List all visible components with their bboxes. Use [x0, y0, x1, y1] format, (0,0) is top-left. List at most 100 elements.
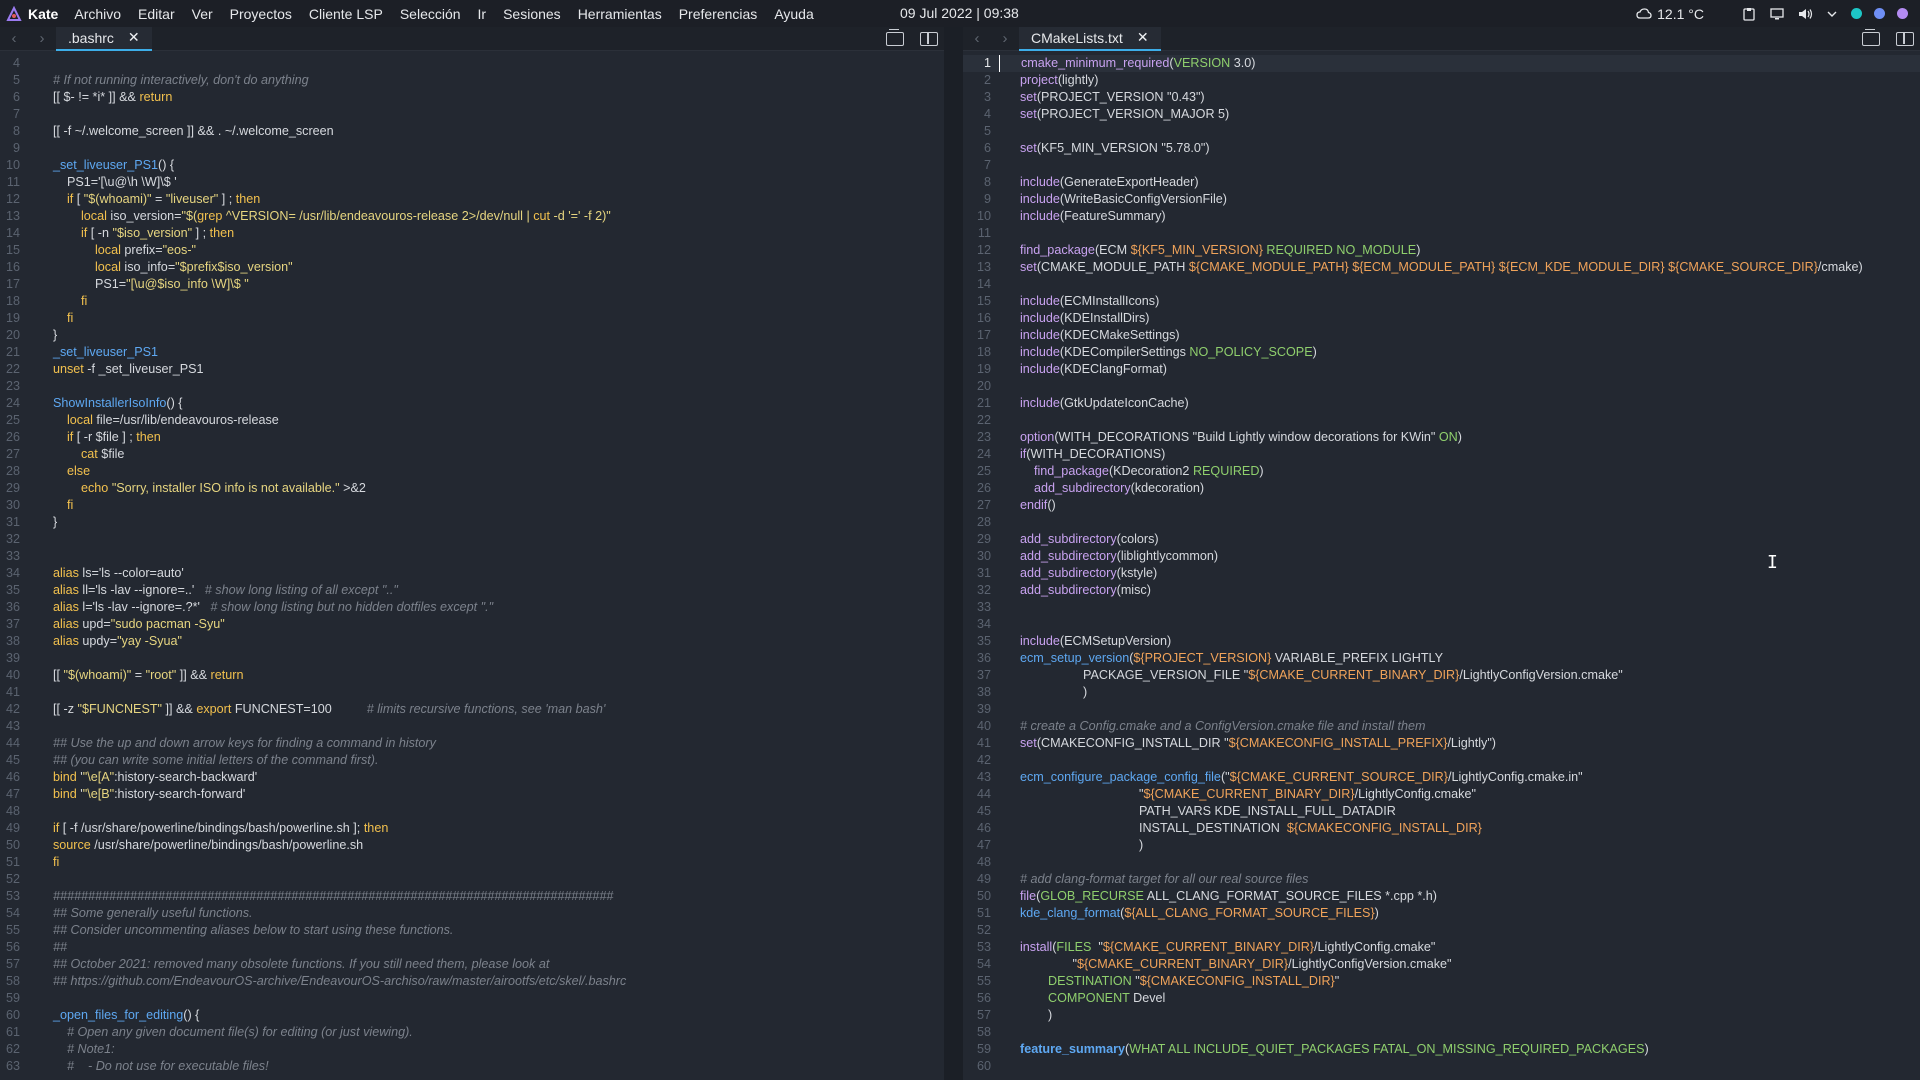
code-line[interactable]: 56 ## [0, 939, 944, 956]
code-line[interactable]: 5 # If not running interactively, don't d… [0, 72, 944, 89]
code-line[interactable]: 17 include(KDECMakeSettings) [963, 327, 1920, 344]
app-name[interactable]: Kate [28, 6, 58, 22]
code-line[interactable]: 37 PACKAGE_VERSION_FILE "${CMAKE_CURRENT… [963, 667, 1920, 684]
code-line[interactable]: 5 [963, 123, 1920, 140]
code-line[interactable]: 23 [0, 378, 944, 395]
code-line[interactable]: 23 option(WITH_DECORATIONS "Build Lightly… [963, 429, 1920, 446]
code-line[interactable]: 51 kde_clang_format(${ALL_CLANG_FORMAT_SO… [963, 905, 1920, 922]
desktop-dot-2[interactable] [1874, 8, 1885, 19]
code-line[interactable]: 21 _set_liveuser_PS1 [0, 344, 944, 361]
code-line[interactable]: 24 if(WITH_DECORATIONS) [963, 446, 1920, 463]
code-line[interactable]: 41 [0, 684, 944, 701]
code-line[interactable]: 54 "${CMAKE_CURRENT_BINARY_DIR}/LightlyC… [963, 956, 1920, 973]
code-line[interactable]: 33 [963, 599, 1920, 616]
code-line[interactable]: 29 echo "Sorry, installer ISO info is no… [0, 480, 944, 497]
code-line[interactable]: 45 PATH_VARS KDE_INSTALL_FULL_DATADIR [963, 803, 1920, 820]
code-line[interactable]: 59 feature_summary(WHAT ALL INCLUDE_QUIET… [963, 1041, 1920, 1058]
code-line[interactable]: 12 if [ "$(whoami)" = "liveuser" ] ; the… [0, 191, 944, 208]
code-line[interactable]: 60 [963, 1058, 1920, 1075]
code-line[interactable]: 20} [0, 327, 944, 344]
code-line[interactable]: 3 set(PROJECT_VERSION "0.43") [963, 89, 1920, 106]
code-line[interactable]: 8 include(GenerateExportHeader) [963, 174, 1920, 191]
code-line[interactable]: 13 set(CMAKE_MODULE_PATH ${CMAKE_MODULE_P… [963, 259, 1920, 276]
code-line[interactable]: 42 [[ -z "$FUNCNEST" ]] && export FUNCNES… [0, 701, 944, 718]
code-line[interactable]: 4 set(PROJECT_VERSION_MAJOR 5) [963, 106, 1920, 123]
code-line[interactable]: 2 project(lightly) [963, 72, 1920, 89]
tab-cmakelists[interactable]: CMakeLists.txt ✕ [1019, 27, 1161, 51]
code-editor-bashrc[interactable]: 4 5 # If not running interactively, don't … [0, 55, 944, 1080]
menu-sesiones[interactable]: Sesiones [503, 6, 561, 22]
code-line[interactable]: 61 # Open any given document file(s) for… [0, 1024, 944, 1041]
document-icon[interactable] [886, 29, 904, 46]
code-line[interactable]: 44 ## Use the up and down arrow keys for … [0, 735, 944, 752]
code-line[interactable]: 35 include(ECMSetupVersion) [963, 633, 1920, 650]
code-line[interactable]: 55 DESTINATION "${CMAKECONFIG_INSTALL_DI… [963, 973, 1920, 990]
code-line[interactable]: 11 [963, 225, 1920, 242]
forward-arrow-icon[interactable]: › [28, 30, 56, 47]
menu-proyectos[interactable]: Proyectos [230, 6, 292, 22]
close-icon[interactable]: ✕ [128, 29, 140, 46]
code-line[interactable]: 4 [0, 55, 944, 72]
code-line[interactable]: 37 alias upd="sudo pacman -Syu" [0, 616, 944, 633]
code-line[interactable]: 41 set(CMAKECONFIG_INSTALL_DIR "${CMAKECO… [963, 735, 1920, 752]
code-line[interactable]: 22 unset -f _set_liveuser_PS1 [0, 361, 944, 378]
code-line[interactable]: 47 ) [963, 837, 1920, 854]
code-line[interactable]: 26 add_subdirectory(kdecoration) [963, 480, 1920, 497]
code-line[interactable]: 56 COMPONENT Devel [963, 990, 1920, 1007]
desktop-dot-1[interactable] [1851, 8, 1862, 19]
code-line[interactable]: 32 add_subdirectory(misc) [963, 582, 1920, 599]
code-line[interactable]: 11 PS1='[\u@\h \W]\$ ' [0, 174, 944, 191]
code-line[interactable]: 35 alias ll='ls -lav --ignore=..' # show … [0, 582, 944, 599]
code-line[interactable]: 52 [0, 871, 944, 888]
code-line[interactable]: 33 [0, 548, 944, 565]
split-view-icon[interactable] [1896, 32, 1914, 46]
code-line[interactable]: 53 ######################################… [0, 888, 944, 905]
code-line[interactable]: 58 [963, 1024, 1920, 1041]
code-line[interactable]: 47 bind '"\e[B":history-search-forward' [0, 786, 944, 803]
code-line[interactable]: 25 find_package(KDecoration2 REQUIRED) [963, 463, 1920, 480]
menu-archivo[interactable]: Archivo [74, 6, 121, 22]
code-line[interactable]: 40 # create a Config.cmake and a ConfigVe… [963, 718, 1920, 735]
code-line[interactable]: 7 [963, 157, 1920, 174]
weather-widget[interactable]: 12.1 °C [1636, 6, 1704, 22]
code-line[interactable]: 42 [963, 752, 1920, 769]
menu-preferencias[interactable]: Preferencias [679, 6, 758, 22]
code-line[interactable]: 36 alias l='ls -lav --ignore=.?*' # show … [0, 599, 944, 616]
code-line[interactable]: 50 source /usr/share/powerline/bindings/b… [0, 837, 944, 854]
code-line[interactable]: 52 [963, 922, 1920, 939]
code-line[interactable]: 58 ## https://github.com/EndeavourOS-arch… [0, 973, 944, 990]
code-line[interactable]: 19 include(KDEClangFormat) [963, 361, 1920, 378]
code-line[interactable]: 31} [0, 514, 944, 531]
code-line[interactable]: 34 [963, 616, 1920, 633]
view-splitter[interactable] [944, 27, 963, 1080]
code-line[interactable]: 46 bind '"\e[A":history-search-backward' [0, 769, 944, 786]
close-icon[interactable]: ✕ [1137, 29, 1149, 46]
code-line[interactable]: 39 [0, 650, 944, 667]
code-line[interactable]: 50 file(GLOB_RECURSE ALL_CLANG_FORMAT_SOU… [963, 888, 1920, 905]
code-line[interactable]: 28 [963, 514, 1920, 531]
tab-bashrc[interactable]: .bashrc ✕ [56, 27, 152, 51]
code-line[interactable]: 38 ) [963, 684, 1920, 701]
code-line[interactable]: 34 alias ls='ls --color=auto' [0, 565, 944, 582]
code-line[interactable]: 22 [963, 412, 1920, 429]
code-line[interactable]: 63 # - Do not use for executable files! [0, 1058, 944, 1075]
code-line[interactable]: 54 ## Some generally useful functions. [0, 905, 944, 922]
code-line[interactable]: 30 fi [0, 497, 944, 514]
app-launcher-icon[interactable] [0, 0, 28, 27]
code-line[interactable]: 1 cmake_minimum_required(VERSION 3.0) [963, 55, 1920, 72]
code-line[interactable]: 57 ## October 2021: removed many obsolete… [0, 956, 944, 973]
menu-ir[interactable]: Ir [478, 6, 487, 22]
code-line[interactable]: 16 include(KDEInstallDirs) [963, 310, 1920, 327]
code-line[interactable]: 14 [963, 276, 1920, 293]
code-line[interactable]: 59 [0, 990, 944, 1007]
menu-herramientas[interactable]: Herramientas [578, 6, 662, 22]
code-line[interactable]: 62 # Note1: [0, 1041, 944, 1058]
code-line[interactable]: 15 include(ECMInstallIcons) [963, 293, 1920, 310]
desktop-dot-3[interactable] [1897, 8, 1908, 19]
code-line[interactable]: 36 ecm_setup_version(${PROJECT_VERSION} V… [963, 650, 1920, 667]
code-line[interactable]: 49 # add clang-format target for all our … [963, 871, 1920, 888]
menu-seleccion[interactable]: Selección [400, 6, 461, 22]
code-line[interactable]: 32 [0, 531, 944, 548]
code-line[interactable]: 10 include(FeatureSummary) [963, 208, 1920, 225]
menu-cliente-lsp[interactable]: Cliente LSP [309, 6, 383, 22]
